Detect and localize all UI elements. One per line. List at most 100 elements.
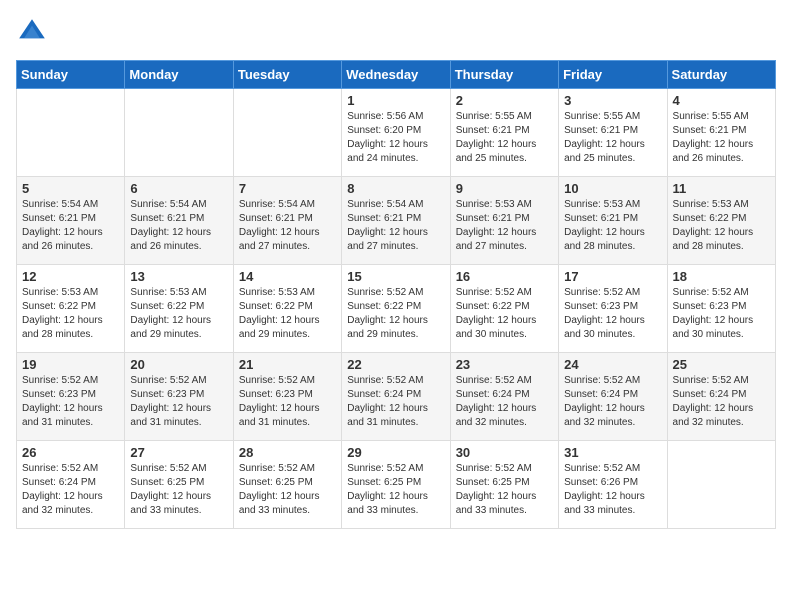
day-number: 9	[456, 181, 553, 196]
day-number: 30	[456, 445, 553, 460]
day-number: 25	[673, 357, 770, 372]
day-header-friday: Friday	[559, 61, 667, 89]
day-info: Sunrise: 5:54 AM Sunset: 6:21 PM Dayligh…	[239, 198, 336, 254]
day-cell-23: 23 Sunrise: 5:52 AM Sunset: 6:24 PM Dayli…	[450, 353, 558, 441]
day-number: 5	[22, 181, 119, 196]
day-info: Sunrise: 5:52 AM Sunset: 6:25 PM Dayligh…	[456, 462, 553, 518]
day-number: 13	[130, 269, 227, 284]
day-header-tuesday: Tuesday	[233, 61, 341, 89]
day-info: Sunrise: 5:56 AM Sunset: 6:20 PM Dayligh…	[347, 110, 444, 166]
day-header-thursday: Thursday	[450, 61, 558, 89]
day-info: Sunrise: 5:52 AM Sunset: 6:24 PM Dayligh…	[673, 374, 770, 430]
day-cell-10: 10 Sunrise: 5:53 AM Sunset: 6:21 PM Dayli…	[559, 177, 667, 265]
day-number: 6	[130, 181, 227, 196]
day-cell-14: 14 Sunrise: 5:53 AM Sunset: 6:22 PM Dayli…	[233, 265, 341, 353]
day-info: Sunrise: 5:52 AM Sunset: 6:23 PM Dayligh…	[564, 286, 661, 342]
day-info: Sunrise: 5:55 AM Sunset: 6:21 PM Dayligh…	[564, 110, 661, 166]
day-cell-20: 20 Sunrise: 5:52 AM Sunset: 6:23 PM Dayli…	[125, 353, 233, 441]
day-info: Sunrise: 5:52 AM Sunset: 6:24 PM Dayligh…	[347, 374, 444, 430]
day-info: Sunrise: 5:52 AM Sunset: 6:22 PM Dayligh…	[347, 286, 444, 342]
day-cell-29: 29 Sunrise: 5:52 AM Sunset: 6:25 PM Dayli…	[342, 441, 450, 529]
day-cell-2: 2 Sunrise: 5:55 AM Sunset: 6:21 PM Daylig…	[450, 89, 558, 177]
day-cell-15: 15 Sunrise: 5:52 AM Sunset: 6:22 PM Dayli…	[342, 265, 450, 353]
day-cell-22: 22 Sunrise: 5:52 AM Sunset: 6:24 PM Dayli…	[342, 353, 450, 441]
week-row-1: 1 Sunrise: 5:56 AM Sunset: 6:20 PM Daylig…	[17, 89, 776, 177]
day-number: 19	[22, 357, 119, 372]
day-header-sunday: Sunday	[17, 61, 125, 89]
day-number: 31	[564, 445, 661, 460]
days-header-row: SundayMondayTuesdayWednesdayThursdayFrid…	[17, 61, 776, 89]
day-number: 27	[130, 445, 227, 460]
day-number: 29	[347, 445, 444, 460]
day-number: 15	[347, 269, 444, 284]
day-cell-13: 13Sunrise: 5:53 AM Sunset: 6:22 PM Dayli…	[125, 265, 233, 353]
day-cell-11: 11 Sunrise: 5:53 AM Sunset: 6:22 PM Dayli…	[667, 177, 775, 265]
day-info: Sunrise: 5:52 AM Sunset: 6:22 PM Dayligh…	[456, 286, 553, 342]
day-cell-30: 30 Sunrise: 5:52 AM Sunset: 6:25 PM Dayli…	[450, 441, 558, 529]
day-info: Sunrise: 5:52 AM Sunset: 6:24 PM Dayligh…	[456, 374, 553, 430]
day-number: 3	[564, 93, 661, 108]
week-row-2: 5 Sunrise: 5:54 AM Sunset: 6:21 PM Daylig…	[17, 177, 776, 265]
day-info: Sunrise: 5:54 AM Sunset: 6:21 PM Dayligh…	[347, 198, 444, 254]
day-info: Sunrise: 5:52 AM Sunset: 6:23 PM Dayligh…	[673, 286, 770, 342]
day-cell-7: 7 Sunrise: 5:54 AM Sunset: 6:21 PM Daylig…	[233, 177, 341, 265]
empty-cell	[667, 441, 775, 529]
day-info: Sunrise: 5:52 AM Sunset: 6:24 PM Dayligh…	[564, 374, 661, 430]
day-cell-18: 18Sunrise: 5:52 AM Sunset: 6:23 PM Dayli…	[667, 265, 775, 353]
day-info: Sunrise: 5:52 AM Sunset: 6:23 PM Dayligh…	[239, 374, 336, 430]
day-header-saturday: Saturday	[667, 61, 775, 89]
day-info: Sunrise: 5:52 AM Sunset: 6:24 PM Dayligh…	[22, 462, 119, 518]
day-info: Sunrise: 5:52 AM Sunset: 6:25 PM Dayligh…	[239, 462, 336, 518]
day-number: 2	[456, 93, 553, 108]
day-cell-26: 26 Sunrise: 5:52 AM Sunset: 6:24 PM Dayli…	[17, 441, 125, 529]
day-info: Sunrise: 5:54 AM Sunset: 6:21 PM Dayligh…	[22, 198, 119, 254]
day-number: 22	[347, 357, 444, 372]
day-info: Sunrise: 5:52 AM Sunset: 6:23 PM Dayligh…	[130, 374, 227, 430]
day-info: Sunrise: 5:52 AM Sunset: 6:23 PM Dayligh…	[22, 374, 119, 430]
day-cell-28: 28 Sunrise: 5:52 AM Sunset: 6:25 PM Dayli…	[233, 441, 341, 529]
day-number: 26	[22, 445, 119, 460]
day-number: 14	[239, 269, 336, 284]
day-number: 20	[130, 357, 227, 372]
day-cell-9: 9 Sunrise: 5:53 AM Sunset: 6:21 PM Daylig…	[450, 177, 558, 265]
day-cell-4: 4Sunrise: 5:55 AM Sunset: 6:21 PM Daylig…	[667, 89, 775, 177]
day-info: Sunrise: 5:53 AM Sunset: 6:21 PM Dayligh…	[564, 198, 661, 254]
day-info: Sunrise: 5:54 AM Sunset: 6:21 PM Dayligh…	[130, 198, 227, 254]
day-info: Sunrise: 5:53 AM Sunset: 6:22 PM Dayligh…	[239, 286, 336, 342]
day-cell-12: 12Sunrise: 5:53 AM Sunset: 6:22 PM Dayli…	[17, 265, 125, 353]
day-header-wednesday: Wednesday	[342, 61, 450, 89]
day-info: Sunrise: 5:52 AM Sunset: 6:25 PM Dayligh…	[347, 462, 444, 518]
day-info: Sunrise: 5:52 AM Sunset: 6:26 PM Dayligh…	[564, 462, 661, 518]
day-info: Sunrise: 5:53 AM Sunset: 6:22 PM Dayligh…	[673, 198, 770, 254]
calendar-table: SundayMondayTuesdayWednesdayThursdayFrid…	[16, 60, 776, 529]
day-number: 28	[239, 445, 336, 460]
day-cell-16: 16 Sunrise: 5:52 AM Sunset: 6:22 PM Dayli…	[450, 265, 558, 353]
day-info: Sunrise: 5:52 AM Sunset: 6:25 PM Dayligh…	[130, 462, 227, 518]
week-row-5: 26 Sunrise: 5:52 AM Sunset: 6:24 PM Dayli…	[17, 441, 776, 529]
empty-cell	[125, 89, 233, 177]
day-number: 8	[347, 181, 444, 196]
day-number: 23	[456, 357, 553, 372]
day-cell-1: 1 Sunrise: 5:56 AM Sunset: 6:20 PM Daylig…	[342, 89, 450, 177]
day-number: 21	[239, 357, 336, 372]
day-number: 10	[564, 181, 661, 196]
day-header-monday: Monday	[125, 61, 233, 89]
day-number: 16	[456, 269, 553, 284]
day-cell-19: 19 Sunrise: 5:52 AM Sunset: 6:23 PM Dayli…	[17, 353, 125, 441]
day-info: Sunrise: 5:53 AM Sunset: 6:21 PM Dayligh…	[456, 198, 553, 254]
week-row-4: 19 Sunrise: 5:52 AM Sunset: 6:23 PM Dayli…	[17, 353, 776, 441]
day-number: 4	[673, 93, 770, 108]
empty-cell	[233, 89, 341, 177]
day-number: 17	[564, 269, 661, 284]
day-cell-21: 21 Sunrise: 5:52 AM Sunset: 6:23 PM Dayli…	[233, 353, 341, 441]
day-info: Sunrise: 5:53 AM Sunset: 6:22 PM Dayligh…	[22, 286, 119, 342]
day-number: 11	[673, 181, 770, 196]
day-cell-17: 17 Sunrise: 5:52 AM Sunset: 6:23 PM Dayli…	[559, 265, 667, 353]
empty-cell	[17, 89, 125, 177]
day-info: Sunrise: 5:55 AM Sunset: 6:21 PM Dayligh…	[456, 110, 553, 166]
day-number: 1	[347, 93, 444, 108]
day-number: 7	[239, 181, 336, 196]
page-header	[16, 16, 776, 48]
logo-icon	[16, 16, 48, 48]
day-cell-3: 3 Sunrise: 5:55 AM Sunset: 6:21 PM Daylig…	[559, 89, 667, 177]
